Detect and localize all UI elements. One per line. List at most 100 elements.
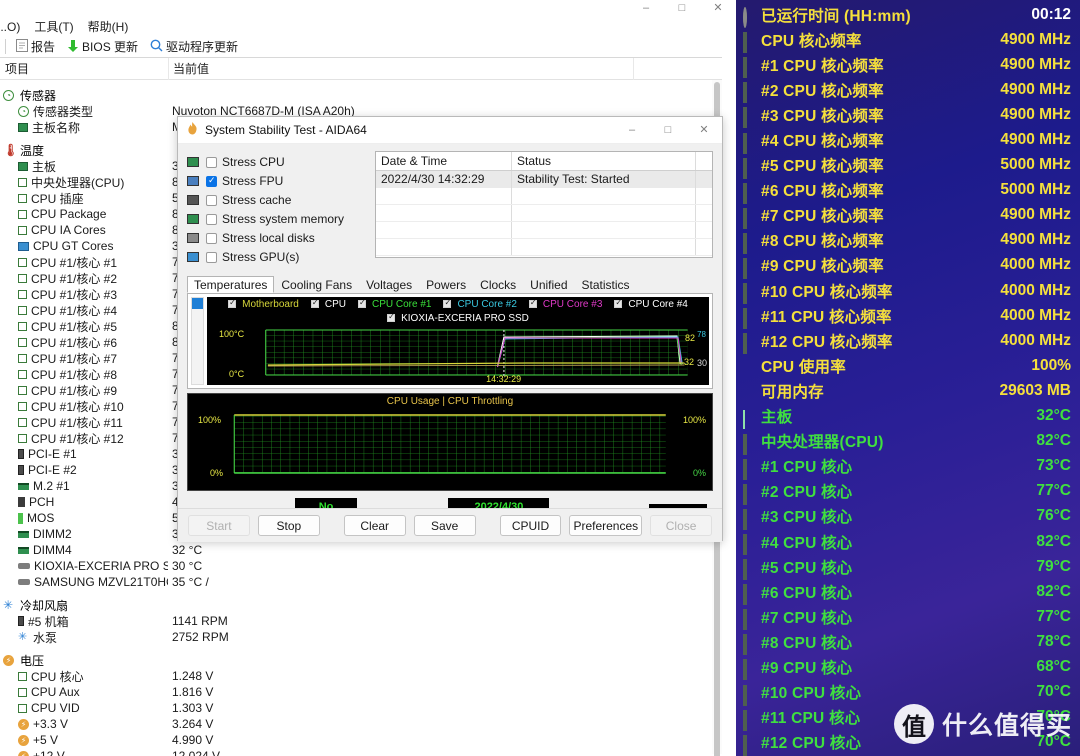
cpu-throttling-label: CPU Throttling bbox=[447, 396, 514, 407]
tree-group-3[interactable]: ⚡ 电压 bbox=[0, 652, 722, 668]
stop-button[interactable]: Stop bbox=[257, 515, 320, 536]
stress-checkbox[interactable] bbox=[206, 194, 217, 206]
stress-checkbox[interactable] bbox=[206, 175, 217, 187]
temp-right-bottom2: 30 bbox=[696, 358, 707, 368]
dialog-minimize-icon[interactable]: – bbox=[614, 117, 650, 144]
sensor-icon: ◔ bbox=[3, 89, 16, 101]
osd-row-value: 76°C bbox=[1036, 507, 1071, 525]
tab-statistics[interactable]: Statistics bbox=[575, 276, 637, 293]
stress-option-1[interactable]: Stress FPU bbox=[187, 173, 365, 189]
dialog-titlebar[interactable]: System Stability Test - AIDA64 – □ ✕ bbox=[178, 117, 722, 144]
log-table-row[interactable] bbox=[376, 205, 712, 222]
dialog-close-icon[interactable]: ✕ bbox=[686, 117, 722, 144]
chip-icon bbox=[18, 433, 27, 443]
driver-update-button[interactable]: 驱动程序更新 bbox=[145, 37, 243, 56]
tree-row[interactable]: KIOXIA-EXCERIA PRO SSD 30 °C bbox=[0, 558, 722, 574]
chip-icon bbox=[18, 401, 27, 411]
legend-item[interactable]: CPU Core #2 bbox=[440, 297, 519, 310]
chip-icon bbox=[743, 283, 756, 305]
menu-item-tools[interactable]: 工具(T) bbox=[27, 17, 80, 36]
tree-row-label-wrap: PCI-E #1 bbox=[0, 447, 168, 461]
log-col-datetime[interactable]: Date & Time bbox=[376, 152, 512, 170]
tree-row[interactable]: DIMM4 32 °C bbox=[0, 542, 722, 558]
legend-checkbox[interactable] bbox=[228, 297, 237, 309]
tree-row-label-wrap: 中央处理器(CPU) bbox=[0, 174, 168, 191]
stress-checkbox[interactable] bbox=[206, 232, 217, 244]
legend-checkbox[interactable] bbox=[310, 297, 319, 309]
legend-checkbox[interactable] bbox=[387, 311, 396, 323]
report-button[interactable]: 报告 bbox=[11, 37, 60, 56]
maximize-icon[interactable]: □ bbox=[664, 0, 700, 17]
osd-row-label: 主板 bbox=[761, 409, 793, 427]
tab-clocks[interactable]: Clocks bbox=[473, 276, 523, 293]
log-table-row[interactable] bbox=[376, 222, 712, 239]
stress-option-0[interactable]: Stress CPU bbox=[187, 154, 365, 170]
pcie-icon bbox=[18, 465, 24, 475]
osd-row-value: 78°C bbox=[1036, 632, 1071, 650]
tab-temperatures[interactable]: Temperatures bbox=[187, 276, 275, 293]
clear-button[interactable]: Clear bbox=[343, 515, 406, 536]
legend-item[interactable]: CPU Core #3 bbox=[526, 297, 605, 310]
save-button[interactable]: Save bbox=[413, 515, 476, 536]
log-table-row[interactable] bbox=[376, 239, 712, 256]
stress-checkbox[interactable] bbox=[206, 213, 217, 225]
legend-item[interactable]: CPU Core #4 bbox=[611, 297, 690, 310]
tab-unified[interactable]: Unified bbox=[523, 276, 574, 293]
tree-row[interactable]: ✳ 水泵 2752 RPM bbox=[0, 629, 722, 645]
tree-group-2[interactable]: ✳ 冷却风扇 bbox=[0, 597, 722, 613]
minimize-icon[interactable]: – bbox=[628, 0, 664, 17]
menu-bar: ...O) 工具(T) 帮助(H) bbox=[0, 17, 736, 36]
window-right-margin bbox=[722, 0, 736, 756]
preferences-button[interactable]: Preferences bbox=[569, 515, 643, 536]
graph-legend-scrollbar-thumb[interactable] bbox=[192, 298, 203, 309]
stress-option-2[interactable]: Stress cache bbox=[187, 192, 365, 208]
column-header-value[interactable]: 当前值 bbox=[168, 57, 633, 80]
stress-option-4[interactable]: Stress local disks bbox=[187, 230, 365, 246]
menu-item-0[interactable]: ...O) bbox=[0, 19, 27, 35]
log-table-row[interactable] bbox=[376, 188, 712, 205]
graph-legend-scrollbar[interactable] bbox=[191, 297, 204, 385]
tree-row-value: 3.264 V bbox=[172, 717, 214, 731]
tab-voltages[interactable]: Voltages bbox=[359, 276, 419, 293]
legend-item[interactable]: Motherboard bbox=[225, 297, 302, 310]
osd-row-value: 77°C bbox=[1036, 482, 1071, 500]
tree-group-0[interactable]: ◔ 传感器 bbox=[0, 87, 722, 103]
temperature-legend-row2: KIOXIA-EXCERIA PRO SSD bbox=[207, 311, 709, 325]
tree-row-label-wrap: CPU Aux bbox=[0, 685, 168, 699]
tree-row[interactable]: #5 机箱 1141 RPM bbox=[0, 613, 722, 629]
osd-row-label: #10 CPU 核心频率 bbox=[761, 283, 893, 301]
tree-row[interactable]: ⚡ +3.3 V 3.264 V bbox=[0, 716, 722, 732]
legend-item[interactable]: CPU Core #1 bbox=[355, 297, 434, 310]
legend-item[interactable]: KIOXIA-EXCERIA PRO SSD bbox=[384, 311, 532, 324]
tree-row[interactable]: ⚡ +12 V 12.024 V bbox=[0, 748, 722, 756]
legend-checkbox[interactable] bbox=[443, 297, 452, 309]
legend-label: CPU Core #3 bbox=[542, 299, 603, 310]
log-col-status[interactable]: Status bbox=[512, 152, 696, 170]
osd-row-value: 5000 MHz bbox=[1000, 156, 1071, 174]
stress-option-3[interactable]: Stress system memory bbox=[187, 211, 365, 227]
tab-cooling-fans[interactable]: Cooling Fans bbox=[274, 276, 359, 293]
legend-checkbox[interactable] bbox=[357, 297, 366, 309]
log-table-row[interactable]: 2022/4/30 14:32:29 Stability Test: Start… bbox=[376, 171, 712, 188]
stress-checkbox[interactable] bbox=[206, 251, 217, 263]
chip-icon bbox=[743, 508, 756, 530]
column-header-item[interactable]: 项目 bbox=[0, 60, 168, 77]
tree-row-value: 1.816 V bbox=[172, 685, 214, 699]
dialog-maximize-icon[interactable]: □ bbox=[650, 117, 686, 144]
legend-checkbox[interactable] bbox=[528, 297, 537, 309]
menu-item-help[interactable]: 帮助(H) bbox=[81, 17, 136, 36]
bios-update-button[interactable]: BIOS 更新 bbox=[62, 37, 143, 56]
tree-row[interactable]: SAMSUNG MZVL21T0HCLR-... 35 °C / bbox=[0, 574, 722, 590]
cpuid-button[interactable]: CPUID bbox=[499, 515, 562, 536]
tab-powers[interactable]: Powers bbox=[419, 276, 473, 293]
dialog-title: System Stability Test - AIDA64 bbox=[205, 123, 367, 137]
tree-row[interactable]: ⚡ +5 V 4.990 V bbox=[0, 732, 722, 748]
legend-item[interactable]: CPU bbox=[308, 297, 349, 310]
tree-row[interactable]: CPU VID 1.303 V bbox=[0, 700, 722, 716]
legend-checkbox[interactable] bbox=[614, 297, 623, 309]
column-header-extra[interactable] bbox=[633, 57, 736, 80]
tree-row[interactable]: CPU Aux 1.816 V bbox=[0, 684, 722, 700]
stress-option-5[interactable]: Stress GPU(s) bbox=[187, 249, 365, 265]
stress-checkbox[interactable] bbox=[206, 156, 217, 168]
tree-row[interactable]: CPU 核心 1.248 V bbox=[0, 668, 722, 684]
